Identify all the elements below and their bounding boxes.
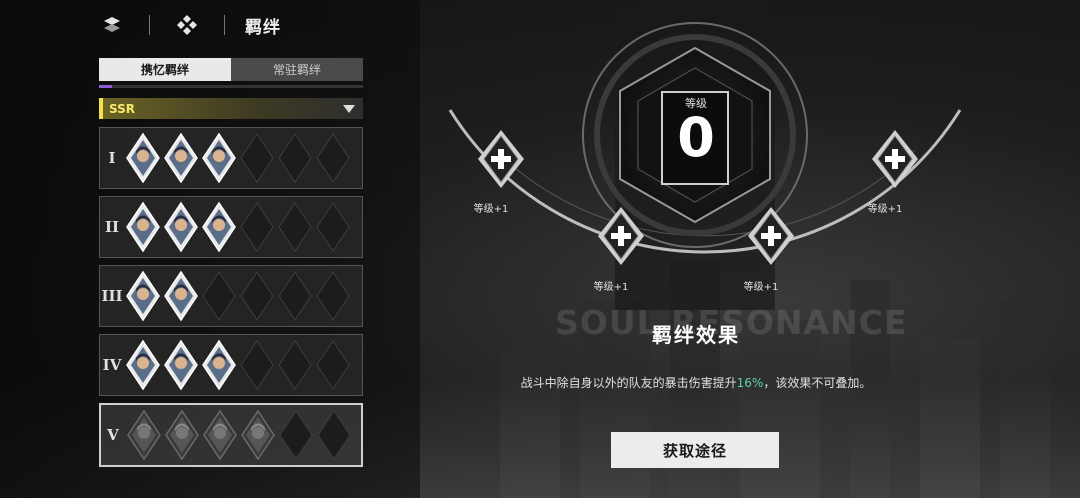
bond-tabs: 携忆羁绊 常驻羁绊 (99, 58, 363, 81)
character-portrait[interactable] (163, 132, 199, 184)
character-portrait[interactable] (126, 409, 162, 461)
tab-progress-fill (99, 85, 113, 88)
node-label: 等级+1 (593, 282, 629, 293)
plus-icon (478, 130, 524, 188)
tier-row[interactable]: V (99, 403, 363, 467)
empty-slot (277, 201, 313, 253)
rarity-select[interactable]: SSR (99, 98, 363, 119)
character-slots (125, 201, 351, 253)
character-portrait[interactable] (163, 201, 199, 253)
character-portrait[interactable] (201, 201, 237, 253)
character-portrait[interactable] (163, 270, 199, 322)
tier-numeral: V (107, 426, 119, 444)
node-label: 等级+1 (867, 204, 903, 215)
plus-icon (872, 130, 918, 188)
character-slots (125, 132, 351, 184)
tab-progress-bar (99, 85, 363, 88)
empty-slot (278, 409, 314, 461)
tier-row[interactable]: III (99, 265, 363, 327)
plus-icon (748, 207, 794, 265)
character-portrait[interactable] (125, 270, 161, 322)
diamond-grid-icon (177, 15, 197, 35)
tier-numeral: II (104, 218, 120, 236)
empty-slot (277, 132, 313, 184)
effect-title: 羁绊效果 (652, 323, 740, 347)
plus-icon (598, 207, 644, 265)
page-title: 羁绊 (245, 17, 281, 38)
character-slots (126, 409, 352, 461)
top-bar: 羁绊 (95, 8, 281, 42)
character-portrait[interactable] (201, 132, 237, 184)
tab-memory-bond[interactable]: 携忆羁绊 (99, 58, 231, 81)
home-button[interactable] (170, 8, 204, 42)
tier-row[interactable]: II (99, 196, 363, 258)
back-button[interactable] (95, 8, 129, 42)
effect-description: 战斗中除自身以外的队友的暴击伤害提升16%，该效果不可叠加。 (496, 374, 896, 391)
resonance-node[interactable] (476, 128, 526, 190)
empty-slot (239, 270, 275, 322)
header-divider (149, 15, 150, 35)
empty-slot (239, 339, 275, 391)
back-chevron-icon (104, 17, 120, 32)
empty-slot (315, 339, 351, 391)
empty-slot (239, 132, 275, 184)
chevron-down-icon (343, 104, 355, 113)
level-value: 0 (677, 106, 715, 169)
character-portrait[interactable] (164, 409, 200, 461)
header-divider (224, 15, 225, 35)
empty-slot (315, 201, 351, 253)
tier-row[interactable]: IV (99, 334, 363, 396)
character-slots (125, 339, 351, 391)
empty-slot (277, 339, 313, 391)
node-label: 等级+1 (473, 204, 509, 215)
tab-permanent-bond[interactable]: 常驻羁绊 (231, 58, 363, 81)
character-portrait[interactable] (125, 132, 161, 184)
empty-slot (315, 270, 351, 322)
rarity-label: SSR (109, 101, 135, 116)
effect-desc-value: 16% (736, 376, 764, 390)
resonance-node[interactable] (596, 205, 646, 267)
character-portrait[interactable] (125, 339, 161, 391)
resonance-node[interactable] (746, 205, 796, 267)
character-portrait[interactable] (202, 409, 238, 461)
obtain-method-button[interactable]: 获取途径 (611, 432, 779, 468)
empty-slot (239, 201, 275, 253)
character-slots (125, 270, 351, 322)
rarity-accent (99, 98, 103, 119)
character-portrait[interactable] (163, 339, 199, 391)
effect-desc-text: 战斗中除自身以外的队友的暴击伤害提升 (520, 376, 737, 390)
empty-slot (201, 270, 237, 322)
tier-numeral: I (108, 149, 116, 167)
empty-slot (277, 270, 313, 322)
resonance-node[interactable] (870, 128, 920, 190)
character-portrait[interactable] (201, 339, 237, 391)
tier-numeral: III (101, 287, 123, 305)
tier-row[interactable]: I (99, 127, 363, 189)
empty-slot (315, 132, 351, 184)
effect-desc-suffix: ，该效果不可叠加。 (763, 376, 872, 390)
node-label: 等级+1 (743, 282, 779, 293)
tier-numeral: IV (102, 356, 122, 374)
empty-slot (316, 409, 352, 461)
character-portrait[interactable] (125, 201, 161, 253)
character-portrait[interactable] (240, 409, 276, 461)
